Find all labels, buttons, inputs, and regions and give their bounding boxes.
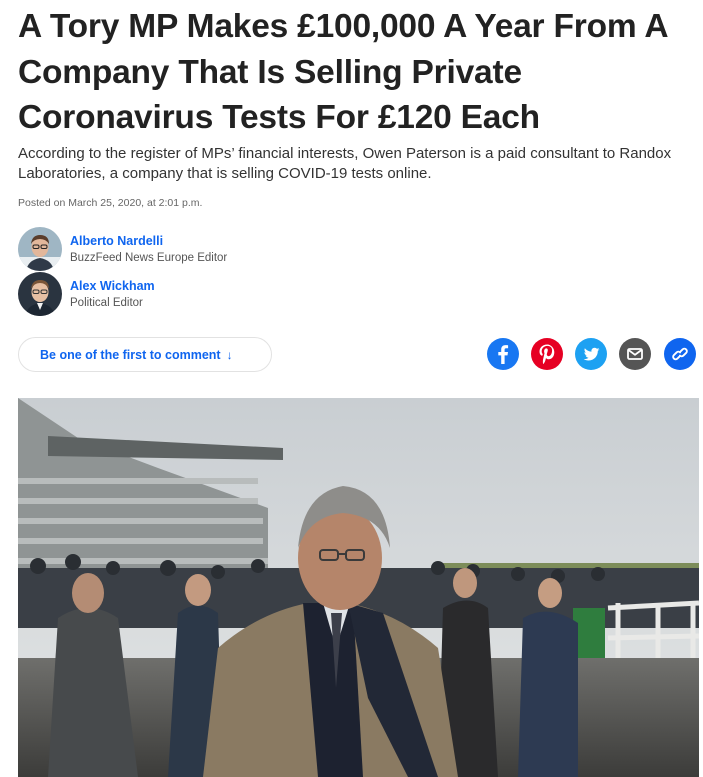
pinterest-icon [531,338,563,370]
author-title: BuzzFeed News Europe Editor [70,251,228,264]
email-icon [619,338,651,370]
article-dek: According to the register of MPs’ financ… [18,145,672,182]
byline-author-1[interactable]: Alberto Nardelli BuzzFeed News Europe Ed… [18,227,227,271]
author-title: Political Editor [70,296,143,309]
copy-link-button[interactable] [664,338,696,370]
author-photo-icon [18,272,62,316]
facebook-share-button[interactable] [487,338,519,370]
link-icon [664,338,696,370]
photo-image [18,398,699,777]
headline: A Tory MP Makes £100,000 A Year From A C… [18,8,668,136]
twitter-icon [575,338,607,370]
posted-timestamp: Posted on March 25, 2020, at 2:01 p.m. [18,197,203,209]
comment-button[interactable]: Be one of the first to comment ↓ [18,337,272,372]
byline-author-2[interactable]: Alex Wickham Political Editor [18,272,155,316]
avatar[interactable] [18,227,62,271]
author-name[interactable]: Alex Wickham [70,278,155,294]
twitter-share-button[interactable] [575,338,607,370]
facebook-icon [487,338,519,370]
author-photo-icon [18,227,62,271]
pinterest-share-button[interactable] [531,338,563,370]
avatar[interactable] [18,272,62,316]
arrow-down-icon: ↓ [226,347,233,362]
email-share-button[interactable] [619,338,651,370]
article-photo [18,398,699,777]
author-name[interactable]: Alberto Nardelli [70,233,227,249]
comment-button-label: Be one of the first to comment [40,347,221,362]
